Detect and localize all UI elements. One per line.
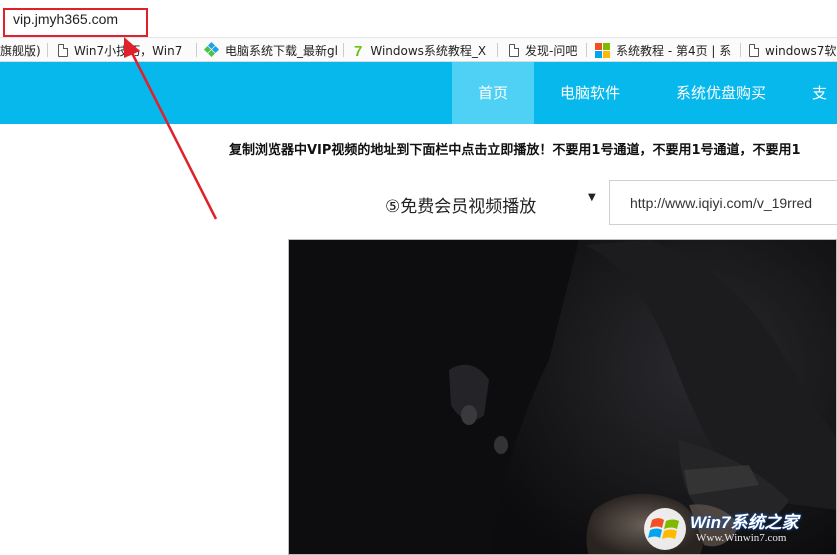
bookmark-label: 发现-问吧 — [525, 43, 578, 58]
bookmark-item[interactable]: Win7小技巧，Win7 — [58, 38, 183, 61]
watermark-subtitle: Www.Winwin7.com — [696, 532, 787, 544]
bookmark-separator — [740, 43, 741, 57]
instruction-notice: 复制浏览器中VIP视频的地址到下面栏中点击立即播放！不要用1号通道，不要用1号通… — [229, 143, 801, 158]
windows-logo-icon — [595, 42, 610, 58]
nav-item-home[interactable]: 首页 — [452, 62, 534, 124]
site-nav-bar: 首页 电脑软件 系统优盘购买 支 — [0, 62, 837, 124]
bookmark-separator — [47, 43, 48, 57]
bookmark-separator — [497, 43, 498, 57]
bookmark-item[interactable]: 发现-问吧 — [509, 38, 578, 61]
bookmark-label: windows7软 — [765, 43, 837, 58]
bookmark-label: Windows系统教程_X — [370, 43, 487, 58]
watermark-title: Win7系统之家 — [690, 513, 799, 532]
document-icon — [509, 43, 519, 57]
bookmark-item[interactable]: 旗舰版) — [0, 38, 41, 61]
bookmark-separator — [196, 43, 197, 57]
bookmark-label: 电脑系统下载_最新gl — [225, 43, 338, 58]
watermark: Win7系统之家 Www.Winwin7.com — [640, 500, 837, 555]
channel-select-label[interactable]: ⑤免费会员视频播放 — [385, 192, 536, 217]
diamond-icon — [203, 41, 220, 58]
bookmark-label: 旗舰版) — [0, 43, 41, 58]
windows-logo-icon — [644, 508, 686, 550]
bookmark-separator — [586, 43, 587, 57]
address-url-text[interactable]: vip.jmyh365.com — [13, 11, 118, 27]
nav-item-support[interactable]: 支 — [812, 62, 837, 124]
nav-item-software[interactable]: 电脑软件 — [545, 62, 635, 124]
bookmark-item[interactable]: windows7软 — [749, 38, 837, 61]
nav-item-usb-purchase[interactable]: 系统优盘购买 — [660, 62, 782, 124]
bookmark-label: 系统教程 - 第4页 | 系 — [616, 43, 732, 58]
bookmark-item[interactable]: 7 Windows系统教程_X — [354, 38, 487, 61]
address-bar: vip.jmyh365.com — [0, 0, 837, 38]
document-icon — [749, 43, 759, 57]
bookmarks-bar: 旗舰版) Win7小技巧，Win7 电脑系统下载_最新gl 7 Windows系… — [0, 38, 837, 62]
seven-icon: 7 — [354, 43, 363, 60]
bookmark-separator — [343, 43, 344, 57]
bookmark-item[interactable]: 系统教程 - 第4页 | 系 — [595, 38, 732, 61]
document-icon — [58, 43, 68, 57]
bookmark-label: Win7小技巧，Win7 — [74, 43, 183, 58]
dropdown-arrow-icon[interactable]: ▼ — [588, 192, 596, 203]
bookmark-item[interactable]: 电脑系统下载_最新gl — [203, 38, 338, 61]
video-url-input[interactable] — [609, 180, 837, 225]
